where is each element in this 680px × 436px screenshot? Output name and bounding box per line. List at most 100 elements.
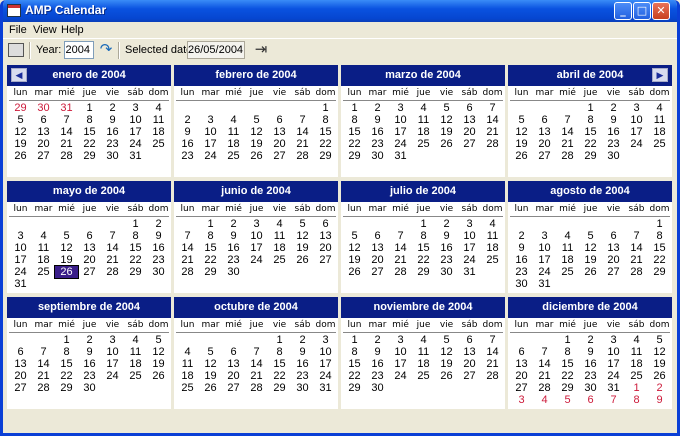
day-cell[interactable]: 3 — [625, 102, 648, 114]
day-cell[interactable]: 15 — [124, 242, 147, 254]
day-cell[interactable]: 8 — [648, 230, 671, 242]
day-cell[interactable]: 24 — [533, 266, 556, 278]
day-cell[interactable]: 4 — [556, 230, 579, 242]
day-cell[interactable]: 16 — [366, 126, 389, 138]
day-cell[interactable]: 11 — [147, 114, 170, 126]
day-cell[interactable]: 2 — [366, 334, 389, 346]
print-icon[interactable] — [8, 43, 24, 57]
day-cell[interactable]: 11 — [124, 346, 147, 358]
day-cell[interactable]: 30 — [579, 382, 602, 394]
day-cell[interactable]: 14 — [176, 242, 199, 254]
day-cell[interactable]: 22 — [343, 138, 366, 150]
day-cell[interactable]: 15 — [78, 126, 101, 138]
day-cell[interactable]: 9 — [176, 126, 199, 138]
day-cell[interactable]: 31 — [602, 382, 625, 394]
day-cell[interactable]: 19 — [579, 254, 602, 266]
day-cell[interactable]: 3 — [389, 102, 412, 114]
day-cell[interactable]: 21 — [32, 370, 55, 382]
day-cell[interactable]: 2 — [291, 334, 314, 346]
day-cell[interactable]: 16 — [602, 126, 625, 138]
day-cell[interactable]: 26 — [343, 266, 366, 278]
day-cell[interactable]: 6 — [533, 114, 556, 126]
day-cell[interactable]: 22 — [78, 138, 101, 150]
day-cell[interactable]: 29 — [343, 150, 366, 162]
day-cell[interactable]: 28 — [533, 382, 556, 394]
day-cell[interactable]: 5 — [648, 334, 671, 346]
day-cell[interactable]: 25 — [222, 150, 245, 162]
day-cell[interactable]: 28 — [481, 370, 504, 382]
day-cell[interactable]: 12 — [291, 230, 314, 242]
day-cell[interactable]: 9 — [366, 346, 389, 358]
day-cell[interactable]: 23 — [366, 370, 389, 382]
day-cell[interactable]: 19 — [245, 138, 268, 150]
other-month-day[interactable]: 3 — [510, 394, 533, 406]
day-cell[interactable]: 13 — [602, 242, 625, 254]
year-input[interactable]: 2004 — [64, 41, 94, 59]
day-cell[interactable]: 26 — [147, 370, 170, 382]
day-cell[interactable]: 26 — [435, 138, 458, 150]
day-cell[interactable]: 3 — [245, 218, 268, 230]
day-cell[interactable]: 10 — [9, 242, 32, 254]
day-cell[interactable]: 7 — [176, 230, 199, 242]
day-cell[interactable]: 4 — [176, 346, 199, 358]
day-cell[interactable]: 11 — [268, 230, 291, 242]
prev-month-button[interactable]: ◀ — [11, 68, 27, 82]
day-cell[interactable]: 21 — [55, 138, 78, 150]
day-cell[interactable]: 31 — [314, 382, 337, 394]
day-cell[interactable]: 30 — [435, 266, 458, 278]
day-cell[interactable]: 31 — [458, 266, 481, 278]
day-cell[interactable]: 13 — [510, 358, 533, 370]
day-cell[interactable]: 7 — [32, 346, 55, 358]
day-cell[interactable]: 4 — [222, 114, 245, 126]
day-cell[interactable]: 12 — [648, 346, 671, 358]
day-cell[interactable]: 18 — [648, 126, 671, 138]
day-cell[interactable]: 30 — [78, 382, 101, 394]
menu-file[interactable]: File — [9, 24, 27, 36]
day-cell[interactable]: 7 — [556, 114, 579, 126]
day-cell[interactable]: 5 — [9, 114, 32, 126]
day-cell[interactable]: 20 — [458, 358, 481, 370]
day-cell[interactable]: 20 — [510, 370, 533, 382]
day-cell[interactable]: 31 — [9, 278, 32, 290]
day-cell[interactable]: 5 — [510, 114, 533, 126]
day-cell[interactable]: 2 — [101, 102, 124, 114]
other-month-day[interactable]: 6 — [579, 394, 602, 406]
day-cell[interactable]: 28 — [176, 266, 199, 278]
day-cell[interactable]: 2 — [435, 218, 458, 230]
day-cell[interactable]: 19 — [291, 242, 314, 254]
day-cell[interactable]: 8 — [124, 230, 147, 242]
day-cell[interactable]: 28 — [32, 382, 55, 394]
day-cell[interactable]: 19 — [435, 358, 458, 370]
day-cell[interactable]: 27 — [510, 382, 533, 394]
day-cell[interactable]: 26 — [510, 150, 533, 162]
day-cell[interactable]: 27 — [222, 382, 245, 394]
day-cell[interactable]: 11 — [648, 114, 671, 126]
other-month-day[interactable]: 30 — [32, 102, 55, 114]
day-cell[interactable]: 8 — [579, 114, 602, 126]
day-cell[interactable]: 29 — [78, 150, 101, 162]
day-cell[interactable]: 10 — [602, 346, 625, 358]
day-cell[interactable]: 20 — [9, 370, 32, 382]
day-cell[interactable]: 1 — [412, 218, 435, 230]
selected-day[interactable]: 26 — [54, 265, 79, 279]
day-cell[interactable]: 25 — [176, 382, 199, 394]
day-cell[interactable]: 16 — [222, 242, 245, 254]
day-cell[interactable]: 30 — [291, 382, 314, 394]
day-cell[interactable]: 20 — [222, 370, 245, 382]
day-cell[interactable]: 15 — [199, 242, 222, 254]
day-cell[interactable]: 18 — [32, 254, 55, 266]
day-cell[interactable]: 1 — [268, 334, 291, 346]
day-cell[interactable]: 29 — [579, 150, 602, 162]
day-cell[interactable]: 6 — [78, 230, 101, 242]
day-cell[interactable]: 9 — [510, 242, 533, 254]
day-cell[interactable]: 11 — [176, 358, 199, 370]
day-cell[interactable]: 12 — [510, 126, 533, 138]
day-cell[interactable]: 17 — [625, 126, 648, 138]
day-cell[interactable]: 25 — [648, 138, 671, 150]
day-cell[interactable]: 3 — [124, 102, 147, 114]
day-cell[interactable]: 8 — [55, 346, 78, 358]
day-cell[interactable]: 27 — [314, 254, 337, 266]
day-cell[interactable]: 16 — [579, 358, 602, 370]
day-cell[interactable]: 24 — [389, 138, 412, 150]
day-cell[interactable]: 14 — [556, 126, 579, 138]
